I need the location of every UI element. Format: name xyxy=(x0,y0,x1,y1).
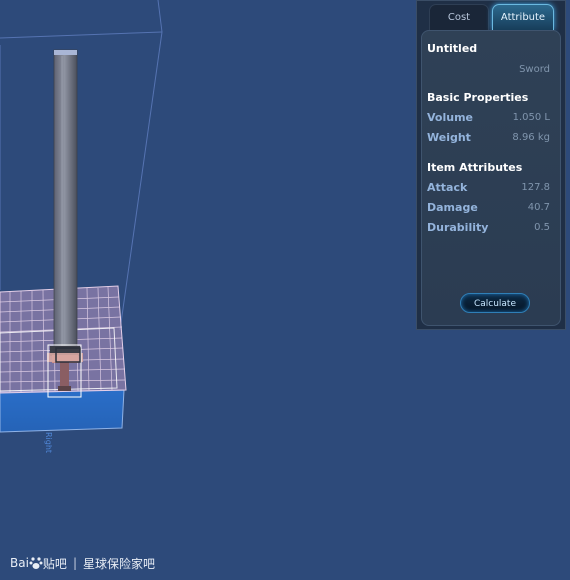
sword-model xyxy=(47,49,83,398)
attack-value: 127.8 xyxy=(521,182,550,193)
baidu-logo-text: Bai xyxy=(10,556,29,570)
watermark: Bai 贴吧 | 星球保险家吧 xyxy=(10,553,155,573)
item-type: Sword xyxy=(519,64,550,75)
volume-value: 1.050 L xyxy=(512,112,550,123)
watermark-separator: | xyxy=(72,556,77,570)
paw-icon xyxy=(29,557,43,569)
damage-label: Damage xyxy=(427,201,478,214)
volume-label: Volume xyxy=(427,111,473,124)
attack-label: Attack xyxy=(427,181,468,194)
axis-label: Right xyxy=(44,432,53,454)
ground-plane xyxy=(0,389,125,433)
attribute-panel: Cost Attribute Untitled Sword Basic Prop… xyxy=(416,0,566,330)
durability-label: Durability xyxy=(427,221,489,234)
weight-label: Weight xyxy=(427,131,471,144)
item-attributes-heading: Item Attributes xyxy=(427,161,523,174)
calculate-button[interactable]: Calculate xyxy=(460,293,530,313)
watermark-site: 星球保险家吧 xyxy=(82,556,155,571)
panel-body: Untitled Sword Basic Properties Volume 1… xyxy=(421,30,561,326)
item-name: Untitled xyxy=(427,42,478,55)
baidu-logo: Bai 贴吧 xyxy=(10,555,67,572)
bounding-box-wireframe xyxy=(0,0,163,331)
baidu-logo-suffix: 贴吧 xyxy=(42,556,67,571)
durability-value: 0.5 xyxy=(534,222,550,233)
damage-value: 40.7 xyxy=(527,202,550,213)
basic-properties-heading: Basic Properties xyxy=(427,91,529,104)
tab-cost[interactable]: Cost xyxy=(429,4,489,30)
tab-attribute[interactable]: Attribute xyxy=(492,4,554,30)
weight-value: 8.96 kg xyxy=(512,132,550,143)
